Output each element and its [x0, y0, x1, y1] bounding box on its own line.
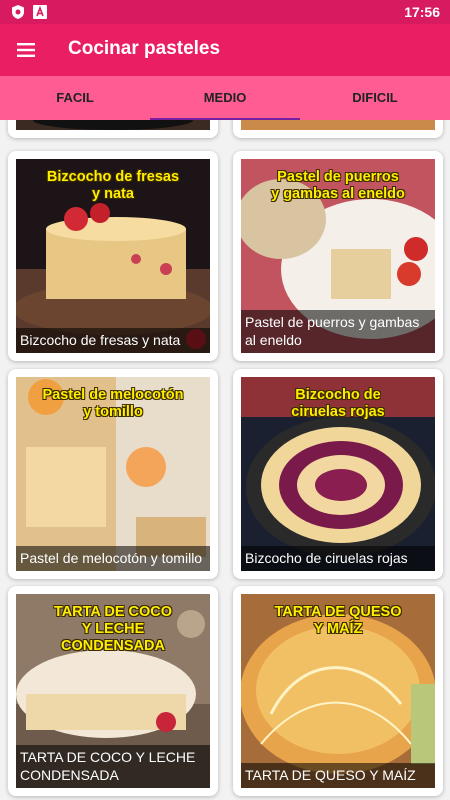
recipe-image: Pastel de melocotón y tomillo Pastel de …: [16, 377, 210, 571]
recipe-image: [16, 120, 210, 130]
recipe-title: TARTA DE COCO Y LECHE CONDENSADA: [16, 745, 210, 788]
tab-facil[interactable]: FACIL: [0, 76, 150, 120]
hamburger-menu-icon[interactable]: [14, 38, 38, 62]
recipe-card[interactable]: Bizcocho de ciruelas rojas Bizcocho de c…: [233, 369, 443, 579]
status-bar: 17:56: [0, 0, 450, 24]
recipe-headline: TARTA DE COCO Y LECHE CONDENSADA: [53, 604, 173, 654]
recipe-title: Bizcocho de ciruelas rojas: [241, 546, 435, 571]
recipe-image: Bizcocho de ciruelas rojas Bizcocho de c…: [241, 377, 435, 571]
recipe-image: [241, 120, 435, 130]
recipe-title: Pastel de puerros y gambas al eneldo: [241, 310, 435, 353]
recipe-title: Bizcocho de fresas y nata: [16, 328, 210, 353]
recipe-image: Bizcocho de fresas y nata Bizcocho de fr…: [16, 159, 210, 353]
recipe-grid: Bizcocho de fresas y nata Bizcocho de fr…: [0, 120, 450, 800]
app-title: Cocinar pasteles: [68, 38, 221, 59]
recipe-card-partial[interactable]: [233, 120, 443, 138]
recipe-title: TARTA DE QUESO Y MAÍZ: [241, 763, 435, 788]
recipe-card[interactable]: TARTA DE QUESO Y MAÍZ TARTA DE QUESO Y M…: [233, 586, 443, 796]
recipe-title: Pastel de melocotón y tomillo: [16, 546, 210, 571]
recipe-headline: TARTA DE QUESO Y MAÍZ: [274, 604, 402, 637]
recipe-headline: Pastel de puerros y gambas al eneldo: [271, 169, 405, 202]
difficulty-tabs: FACIL MEDIO DIFICIL: [0, 76, 450, 120]
recipe-image: TARTA DE COCO Y LECHE CONDENSADA TARTA D…: [16, 594, 210, 788]
recipe-card[interactable]: TARTA DE COCO Y LECHE CONDENSADA TARTA D…: [8, 586, 218, 796]
app-bar: Cocinar pasteles: [0, 24, 450, 76]
recipe-image: TARTA DE QUESO Y MAÍZ TARTA DE QUESO Y M…: [241, 594, 435, 788]
status-time: 17:56: [404, 4, 440, 20]
recipe-card[interactable]: Pastel de puerros y gambas al eneldo Pas…: [233, 151, 443, 361]
recipe-headline: Bizcocho de ciruelas rojas: [291, 387, 385, 420]
tab-dificil[interactable]: DIFICIL: [300, 76, 450, 120]
recipe-card[interactable]: Bizcocho de fresas y nata Bizcocho de fr…: [8, 151, 218, 361]
recipe-card-partial[interactable]: [8, 120, 218, 138]
recipe-image: Pastel de puerros y gambas al eneldo Pas…: [241, 159, 435, 353]
tab-medio[interactable]: MEDIO: [150, 76, 300, 120]
recipe-headline: Bizcocho de fresas y nata: [46, 169, 180, 202]
recipe-headline: Pastel de melocotón y tomillo: [42, 387, 184, 420]
recipe-card[interactable]: Pastel de melocotón y tomillo Pastel de …: [8, 369, 218, 579]
a-badge-icon: [33, 5, 47, 19]
shield-icon: [12, 5, 24, 19]
